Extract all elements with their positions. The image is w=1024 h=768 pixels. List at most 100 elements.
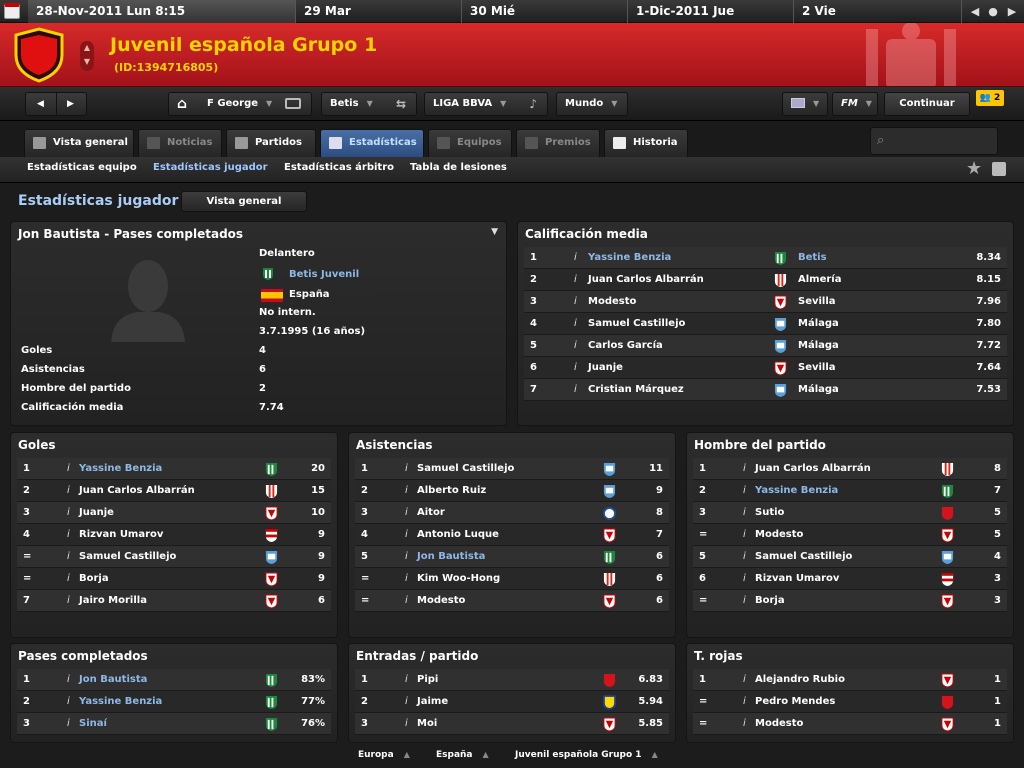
player-name[interactable]: Juan Carlos Albarrán: [79, 480, 195, 502]
calendar-icon[interactable]: [4, 3, 20, 19]
player-name[interactable]: Alberto Ruiz: [417, 480, 486, 502]
table-row[interactable]: = i Modesto 1: [693, 713, 1007, 735]
info-icon[interactable]: i: [574, 357, 577, 379]
table-row[interactable]: = i Kim Woo-Hong 6: [355, 568, 669, 590]
league-button[interactable]: LIGA BBVA ▼ ♪: [424, 92, 548, 116]
player-name[interactable]: Borja: [79, 568, 109, 590]
table-row[interactable]: 2 i Juan Carlos Albarrán 15: [17, 480, 331, 502]
player-name[interactable]: Yassine Benzia: [79, 458, 162, 480]
info-icon[interactable]: i: [574, 379, 577, 401]
tab-equipos[interactable]: Equipos: [428, 129, 512, 157]
info-icon[interactable]: i: [67, 524, 70, 546]
table-row[interactable]: 3 i Sutio 5: [693, 502, 1007, 524]
subtab-injury-table[interactable]: Tabla de lesiones: [410, 162, 507, 173]
player-name[interactable]: Sutio: [755, 502, 784, 524]
table-row[interactable]: 3 i Sinaí 76%: [17, 713, 331, 735]
player-name[interactable]: Yassine Benzia: [588, 247, 671, 269]
table-row[interactable]: 1 i Jon Bautista 83%: [17, 669, 331, 691]
date-cell[interactable]: 2 Vie: [794, 0, 962, 23]
table-row[interactable]: 5 i Carlos García Málaga 7.72: [524, 335, 1007, 357]
table-row[interactable]: 3 i Moi 5.85: [355, 713, 669, 735]
current-date[interactable]: 28-Nov-2011 Lun 8:15: [28, 0, 296, 23]
breadcrumb-competition[interactable]: Juvenil española Grupo 1 ▲: [515, 750, 658, 760]
player-name[interactable]: Borja: [755, 590, 785, 612]
info-icon[interactable]: i: [405, 524, 408, 546]
today-dot-icon[interactable]: ●: [984, 0, 1002, 23]
table-row[interactable]: = i Modesto 6: [355, 590, 669, 612]
player-name[interactable]: Modesto: [755, 524, 803, 546]
info-icon[interactable]: i: [405, 546, 408, 568]
player-name[interactable]: Rizvan Umarov: [79, 524, 163, 546]
table-row[interactable]: 2 i Jaime 5.94: [355, 691, 669, 713]
favourite-star-icon[interactable]: ★: [966, 158, 982, 179]
info-icon[interactable]: i: [574, 269, 577, 291]
club-name[interactable]: Málaga: [798, 313, 839, 335]
competition-switch-icon[interactable]: ▲ ▼: [80, 41, 94, 71]
overview-dropdown-button[interactable]: Vista general: [181, 191, 307, 212]
date-cell[interactable]: 1-Dic-2011 Jue: [628, 0, 794, 23]
info-icon[interactable]: i: [574, 335, 577, 357]
table-row[interactable]: = i Borja 3: [693, 590, 1007, 612]
tab-historia[interactable]: Historia: [604, 129, 688, 157]
table-row[interactable]: 2 i Alberto Ruiz 9: [355, 480, 669, 502]
info-icon[interactable]: i: [67, 546, 70, 568]
player-name[interactable]: Antonio Luque: [417, 524, 499, 546]
player-club-link[interactable]: Betis Juvenil: [289, 269, 359, 280]
table-row[interactable]: 6 i Juanje Sevilla 7.64: [524, 357, 1007, 379]
table-row[interactable]: 3 i Modesto Sevilla 7.96: [524, 291, 1007, 313]
info-icon[interactable]: i: [67, 480, 70, 502]
player-name[interactable]: Moi: [417, 713, 437, 735]
club-name[interactable]: Almería: [798, 269, 841, 291]
player-name[interactable]: Pedro Mendes: [755, 691, 835, 713]
table-row[interactable]: 1 i Juan Carlos Albarrán 8: [693, 458, 1007, 480]
breadcrumb-europa[interactable]: Europa ▲: [358, 750, 410, 760]
table-row[interactable]: 3 i Aitor 8: [355, 502, 669, 524]
player-name[interactable]: Jairo Morilla: [79, 590, 147, 612]
info-icon[interactable]: i: [67, 669, 70, 691]
info-icon[interactable]: i: [405, 669, 408, 691]
player-name[interactable]: Yassine Benzia: [755, 480, 838, 502]
player-name[interactable]: Juan Carlos Albarrán: [588, 269, 704, 291]
player-name[interactable]: Juanje: [79, 502, 114, 524]
club-name[interactable]: Málaga: [798, 379, 839, 401]
info-icon[interactable]: i: [405, 502, 408, 524]
continue-button[interactable]: Continuar: [884, 92, 970, 116]
table-row[interactable]: 7 i Cristian Márquez Málaga 7.53: [524, 379, 1007, 401]
info-icon[interactable]: i: [67, 713, 70, 735]
tab-partidos[interactable]: Partidos: [226, 129, 316, 157]
player-name[interactable]: Modesto: [588, 291, 636, 313]
table-row[interactable]: 1 i Yassine Benzia Betis 8.34: [524, 247, 1007, 269]
player-nation[interactable]: España: [289, 289, 330, 300]
date-cell[interactable]: 29 Mar: [296, 0, 462, 23]
info-icon[interactable]: i: [67, 691, 70, 713]
player-name[interactable]: Aitor: [417, 502, 445, 524]
player-name[interactable]: Yassine Benzia: [79, 691, 162, 713]
info-icon[interactable]: i: [574, 313, 577, 335]
info-icon[interactable]: i: [67, 568, 70, 590]
club-name[interactable]: Sevilla: [798, 291, 836, 313]
table-row[interactable]: 5 i Jon Bautista 6: [355, 546, 669, 568]
next-date-icon[interactable]: ▶: [1002, 0, 1022, 23]
table-row[interactable]: 1 i Yassine Benzia 20: [17, 458, 331, 480]
manager-button[interactable]: ⌂ F George ▼: [168, 92, 312, 116]
table-row[interactable]: 6 i Rizvan Umarov 3: [693, 568, 1007, 590]
world-button[interactable]: Mundo ▼: [556, 92, 628, 116]
table-row[interactable]: 2 i Juan Carlos Albarrán Almería 8.15: [524, 269, 1007, 291]
info-icon[interactable]: i: [405, 590, 408, 612]
managers-badge[interactable]: 👥 2: [976, 90, 1004, 106]
info-icon[interactable]: i: [743, 590, 746, 612]
info-icon[interactable]: i: [405, 568, 408, 590]
subtab-referee-stats[interactable]: Estadísticas árbitro: [284, 162, 394, 173]
info-icon[interactable]: i: [574, 291, 577, 313]
player-name[interactable]: Jon Bautista: [79, 669, 147, 691]
club-name[interactable]: Sevilla: [798, 357, 836, 379]
player-name[interactable]: Kim Woo-Hong: [417, 568, 500, 590]
info-icon[interactable]: i: [405, 458, 408, 480]
info-icon[interactable]: i: [743, 458, 746, 480]
player-name[interactable]: Samuel Castillejo: [79, 546, 176, 568]
info-icon[interactable]: i: [405, 480, 408, 502]
subtab-player-stats[interactable]: Estadísticas jugador: [153, 162, 268, 173]
search-input[interactable]: ⌕: [870, 127, 998, 155]
player-name[interactable]: Modesto: [417, 590, 465, 612]
player-name[interactable]: Samuel Castillejo: [417, 458, 514, 480]
